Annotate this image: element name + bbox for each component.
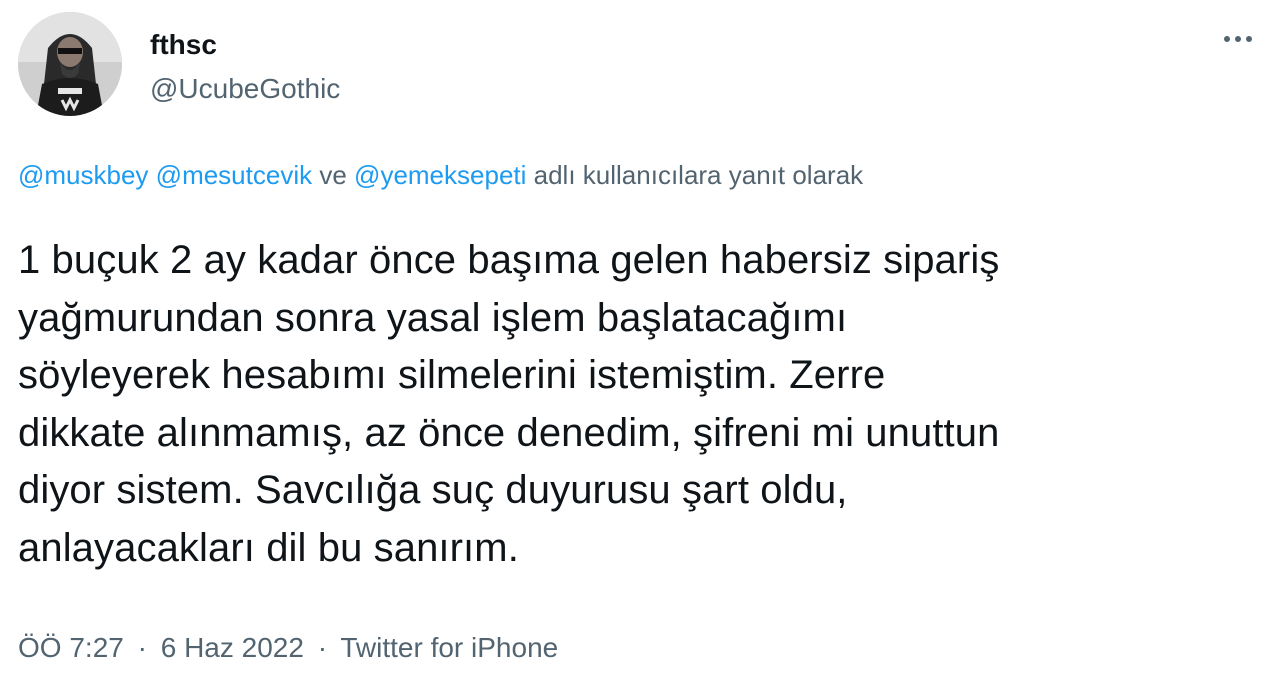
author-handle[interactable]: @UcubeGothic	[150, 72, 340, 106]
reply-suffix: adlı kullanıcılara yanıt olarak	[533, 160, 864, 190]
mention-link[interactable]: @yemeksepeti	[354, 160, 526, 190]
tweet-text-line: diyor sistem. Savcılığa suç duyurusu şar…	[18, 468, 848, 512]
tweet-header: fthsc @UcubeGothic	[18, 12, 340, 116]
avatar-image	[18, 12, 122, 116]
meta-separator: ·	[137, 632, 147, 663]
author-names: fthsc @UcubeGothic	[150, 28, 340, 106]
more-horizontal-icon-dot	[1246, 36, 1252, 42]
tweet-text-line: yağmurundan sonra yasal işlem başlatacağ…	[18, 295, 848, 340]
mention-link[interactable]: @muskbey	[18, 160, 148, 190]
reply-connector: ve	[319, 160, 347, 190]
mention-link[interactable]: @mesutcevik	[156, 160, 312, 190]
reply-context: @muskbey @mesutcevik ve @yemeksepeti adl…	[18, 158, 863, 192]
tweet-text-line: anlayacakları dil bu sanırım.	[18, 525, 519, 570]
author-display-name[interactable]: fthsc	[150, 28, 340, 62]
tweet: fthsc @UcubeGothic @muskbey @mesutcevik …	[0, 0, 1280, 682]
tweet-text-line: dikkate alınmamış, az önce denedim, şifr…	[18, 410, 1000, 455]
tweet-text-line: 1 buçuk 2 ay kadar önce başıma gelen hab…	[18, 238, 1000, 282]
more-horizontal-icon-dot	[1235, 36, 1241, 42]
more-horizontal-icon	[1224, 36, 1230, 42]
tweet-time[interactable]: ÖÖ 7:27	[18, 632, 124, 663]
tweet-text-line: söyleyerek hesabımı silmelerini istemişt…	[18, 353, 886, 397]
tweet-source[interactable]: Twitter for iPhone	[340, 632, 558, 663]
more-options-button[interactable]	[1222, 30, 1254, 48]
meta-separator: ·	[317, 632, 328, 663]
tweet-metadata: ÖÖ 7:27 · 6 Haz 2022 · Twitter for iPhon…	[18, 630, 558, 666]
tweet-date[interactable]: 6 Haz 2022	[161, 632, 304, 663]
tweet-text: 1 buçuk 2 ay kadar önce başıma gelen hab…	[18, 232, 1268, 577]
avatar[interactable]	[18, 12, 122, 116]
